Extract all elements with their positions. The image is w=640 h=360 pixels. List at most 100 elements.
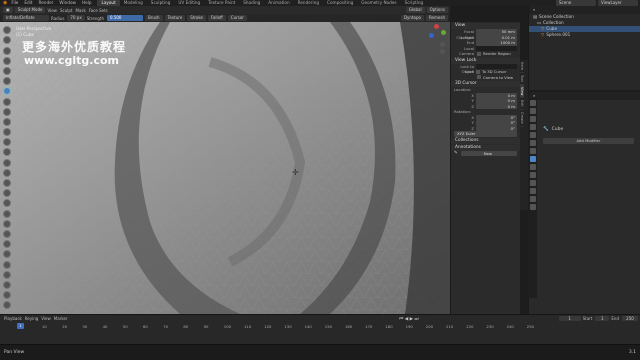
particles-tab-icon[interactable] <box>529 164 536 170</box>
timeline-marker-menu[interactable]: Marker <box>54 316 68 321</box>
frame-ruler[interactable]: 10 20 30 40 50 60 70 80 90 100 110 120 130 140 150 160 1… <box>0 324 640 330</box>
output-tab-icon[interactable] <box>529 116 536 122</box>
nudge-brush-icon[interactable] <box>3 229 11 238</box>
annotation-pencil-icon[interactable]: ✎ <box>454 151 458 157</box>
frame-tick-label: 90 <box>203 324 209 329</box>
scrape-brush-icon[interactable] <box>3 148 11 157</box>
cloth-brush-icon[interactable] <box>3 270 11 279</box>
remesh-menu[interactable]: Remesh <box>425 15 448 21</box>
camera-to-view-checkbox[interactable] <box>477 75 481 80</box>
falloff-menu[interactable]: Falloff <box>207 15 226 21</box>
tab-tool[interactable]: Tool <box>520 73 524 85</box>
tool-tab-icon[interactable] <box>529 100 536 106</box>
clip-end-field[interactable]: 1000 m <box>476 40 517 46</box>
dyntopo-menu[interactable]: Dyntopo <box>400 15 424 21</box>
tab-item[interactable]: Item <box>520 60 524 73</box>
blob-brush-icon[interactable] <box>3 97 11 106</box>
texture-menu[interactable]: Texture <box>164 15 186 21</box>
snake-hook-brush-icon[interactable] <box>3 199 11 208</box>
properties-object-name[interactable]: Cube <box>552 127 564 132</box>
brush-selector[interactable]: Inflate/Deflate <box>3 15 49 21</box>
outliner-item-sphere[interactable]: Sphere.001 <box>546 32 570 38</box>
material-tab-icon[interactable] <box>529 196 536 202</box>
navigation-gizmo[interactable] <box>426 24 448 54</box>
pinch-brush-icon[interactable] <box>3 168 11 177</box>
timeline-playback-menu[interactable]: Playback <box>4 316 22 321</box>
render-region-checkbox[interactable] <box>477 51 481 56</box>
inflate-brush-icon[interactable] <box>3 87 11 96</box>
menu-mask[interactable]: Mask <box>75 8 85 13</box>
view-layer-tab-icon[interactable] <box>529 124 536 130</box>
physics-tab-icon[interactable] <box>529 172 536 178</box>
start-frame-field[interactable]: 1 <box>595 315 610 322</box>
modifier-tab-icon[interactable] <box>529 156 536 162</box>
elastic-deform-brush-icon[interactable] <box>3 189 11 198</box>
boundary-brush-icon[interactable] <box>3 260 11 269</box>
scene-tab-icon[interactable] <box>529 132 536 138</box>
cursor-menu[interactable]: Cursor <box>227 15 247 21</box>
overlay-dropdown[interactable]: Global <box>405 7 425 13</box>
mode-selector[interactable]: Sculpt Mode <box>14 7 46 13</box>
draw-sharp-brush-icon[interactable] <box>3 36 11 45</box>
draw-brush-icon[interactable] <box>3 26 11 35</box>
simplify-brush-icon[interactable] <box>3 280 11 289</box>
outliner-search-icon[interactable]: ⌕ <box>533 7 535 13</box>
slide-relax-brush-icon[interactable] <box>3 250 11 259</box>
stroke-menu[interactable]: Stroke <box>187 15 206 21</box>
play-controls[interactable]: ⏮ ◀ ▶ ⏭ <box>399 316 418 322</box>
menu-sculpt[interactable]: Sculpt <box>60 8 73 13</box>
draw-face-sets-icon[interactable] <box>3 301 11 310</box>
radius-field[interactable]: 70 px <box>67 15 85 21</box>
to-3d-cursor-checkbox[interactable] <box>476 69 480 74</box>
editor-type-icon[interactable]: ▣ <box>3 7 13 13</box>
multiplane-scrape-brush-icon[interactable] <box>3 158 11 167</box>
tab-create[interactable]: Create <box>520 110 524 127</box>
pan-icon[interactable] <box>440 49 445 54</box>
rotation-mode-dropdown[interactable]: XYZ Euler <box>454 131 517 137</box>
smooth-brush-icon[interactable] <box>3 117 11 126</box>
cursor-location-y-field[interactable]: 0 m <box>476 98 517 104</box>
x-axis-icon[interactable] <box>434 24 439 29</box>
annotation-new-button[interactable]: New <box>460 150 517 156</box>
view-layer-selector[interactable]: ViewLayer <box>598 0 638 6</box>
add-modifier-button[interactable]: Add Modifier <box>543 138 634 144</box>
brush-menu[interactable]: Brush <box>145 15 163 21</box>
clay-strips-brush-icon[interactable] <box>3 56 11 65</box>
layer-brush-icon[interactable] <box>3 77 11 86</box>
pose-brush-icon[interactable] <box>3 219 11 228</box>
grab-brush-icon[interactable] <box>3 179 11 187</box>
menu-view[interactable]: View <box>47 8 57 13</box>
clay-thumb-brush-icon[interactable] <box>3 66 11 75</box>
menu-face-sets[interactable]: Face Sets <box>89 8 108 13</box>
tab-view[interactable]: View <box>520 84 524 99</box>
clay-brush-icon[interactable] <box>3 46 11 55</box>
z-axis-icon[interactable] <box>429 33 434 38</box>
world-tab-icon[interactable] <box>529 140 536 146</box>
render-tab-icon[interactable] <box>529 108 536 114</box>
cursor-rotation-y-field[interactable]: 0° <box>476 120 517 126</box>
collections-section-header[interactable]: Collections <box>451 137 520 144</box>
playhead[interactable]: 1 <box>17 323 24 329</box>
rotate-brush-icon[interactable] <box>3 240 11 249</box>
current-frame-field[interactable]: 1 <box>558 315 581 322</box>
flatten-brush-icon[interactable] <box>3 128 11 137</box>
thumb-brush-icon[interactable] <box>3 209 11 218</box>
scene-selector[interactable]: Scene <box>556 0 596 6</box>
timeline-view-menu[interactable]: View <box>41 316 51 321</box>
texture-tab-icon[interactable] <box>529 204 536 210</box>
mask-brush-icon[interactable] <box>3 291 11 300</box>
constraints-tab-icon[interactable] <box>529 180 536 186</box>
fill-brush-icon[interactable] <box>3 138 11 147</box>
options-dropdown[interactable]: Options <box>426 7 448 13</box>
object-tab-icon[interactable] <box>529 148 536 154</box>
crease-brush-icon[interactable] <box>3 107 11 116</box>
y-axis-icon[interactable] <box>441 30 446 35</box>
timeline-keying-menu[interactable]: Keying <box>25 316 38 321</box>
focal-length-field[interactable]: 50 mm <box>476 29 517 35</box>
zoom-icon[interactable] <box>440 42 445 47</box>
end-frame-field[interactable]: 250 <box>622 315 638 322</box>
cursor-location-z-field[interactable]: 0 m <box>476 103 517 109</box>
data-tab-icon[interactable] <box>529 188 536 194</box>
strength-field[interactable]: 0.500 <box>107 15 144 21</box>
tab-edit[interactable]: Edit <box>520 98 524 110</box>
